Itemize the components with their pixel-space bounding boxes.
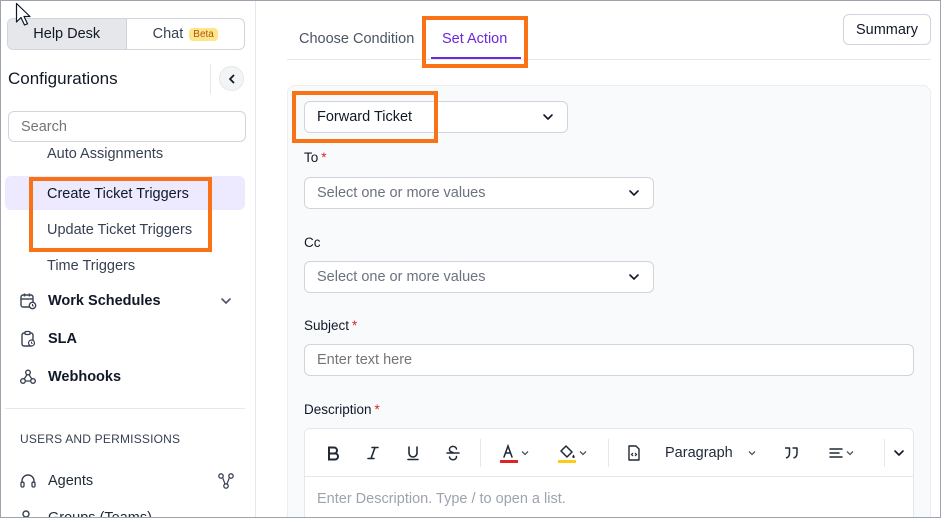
webhook-icon: [20, 369, 36, 384]
sidebar-item-webhooks[interactable]: Webhooks: [19, 368, 121, 386]
description-placeholder: Enter Description. Type / to open a list…: [317, 491, 566, 507]
chevron-down-icon: [629, 274, 639, 280]
tabs-divider: [287, 59, 931, 60]
quote-icon: [785, 447, 798, 459]
chat-tab-label: Chat: [152, 26, 184, 42]
chevron-down-icon: [629, 190, 639, 196]
subject-input[interactable]: [304, 344, 914, 376]
sidebar: Help Desk Chat Beta Configurations Auto …: [1, 1, 256, 518]
page-title: Configurations: [8, 69, 118, 88]
action-type-select[interactable]: Forward Ticket: [304, 101, 568, 133]
users-icon: [22, 510, 30, 517]
strikethrough-button[interactable]: [443, 441, 463, 465]
sidebar-item-label: SLA: [48, 331, 77, 347]
highlight-color-button[interactable]: [551, 441, 593, 465]
product-switcher: Help Desk Chat Beta: [7, 18, 245, 50]
sidebar-divider: [5, 408, 245, 409]
block-type-value: Paragraph: [665, 445, 733, 461]
collapse-sidebar-button[interactable]: [219, 66, 244, 91]
more-tools-button[interactable]: [889, 441, 909, 465]
chevron-down-icon[interactable]: [219, 294, 233, 308]
search-input[interactable]: [8, 111, 246, 142]
italic-button[interactable]: [363, 441, 383, 465]
chevron-down-icon: [894, 450, 904, 456]
sidebar-item-sla[interactable]: SLA: [19, 330, 77, 348]
clipboard-icon: [21, 330, 36, 347]
to-select[interactable]: Select one or more values: [304, 177, 654, 209]
hierarchy-icon[interactable]: [217, 472, 235, 490]
description-editor[interactable]: Paragraph Enter Description. Type / to o…: [304, 428, 914, 517]
underline-icon: [407, 446, 419, 461]
description-label-text: Description: [304, 402, 372, 417]
chevron-down-icon: [748, 451, 756, 456]
cc-select[interactable]: Select one or more values: [304, 261, 654, 293]
sidebar-item-update-ticket-triggers[interactable]: Update Ticket Triggers: [47, 222, 192, 238]
sidebar-item-label: Groups (Teams): [48, 510, 152, 518]
toolbar-separator: [480, 439, 481, 467]
required-marker: *: [321, 150, 327, 165]
action-type-value: Forward Ticket: [317, 109, 413, 125]
description-label: Description *: [304, 402, 380, 417]
sidebar-item-time-triggers[interactable]: Time Triggers: [47, 258, 135, 274]
blockquote-button[interactable]: [780, 441, 802, 465]
section-heading-users: USERS AND PERMISSIONS: [20, 432, 181, 446]
to-label: To *: [304, 150, 327, 165]
mouse-cursor-icon: [15, 2, 31, 26]
to-label-text: To: [304, 150, 319, 165]
text-color-icon: [500, 443, 518, 463]
align-left-icon: [829, 448, 843, 458]
calendar-clock-icon: [20, 293, 37, 310]
file-code-icon: [628, 445, 640, 461]
summary-button[interactable]: Summary: [843, 14, 931, 45]
title-divider: [210, 64, 211, 94]
app-window: Help Desk Chat Beta Configurations Auto …: [0, 0, 941, 518]
chevron-down-icon: [579, 451, 587, 456]
align-button[interactable]: [821, 441, 861, 465]
paint-bucket-icon: [558, 445, 576, 463]
bold-button[interactable]: [323, 441, 343, 465]
bold-icon: [328, 446, 339, 461]
sidebar-item-label: Work Schedules: [48, 293, 161, 309]
italic-icon: [367, 446, 379, 460]
to-placeholder: Select one or more values: [317, 185, 486, 201]
toolbar-separator: [608, 439, 609, 467]
sidebar-item-groups[interactable]: Groups (Teams): [19, 509, 152, 518]
helpdesk-tab-label: Help Desk: [33, 26, 101, 42]
chevron-left-icon: [228, 74, 234, 83]
required-marker: *: [352, 318, 358, 333]
toolbar-separator: [884, 439, 885, 467]
sidebar-nav: Auto Assignments Create Ticket Triggers …: [1, 147, 255, 518]
insert-code-button[interactable]: [623, 441, 645, 465]
subject-label-text: Subject: [304, 318, 350, 333]
underline-button[interactable]: [403, 441, 423, 465]
strikethrough-icon: [446, 445, 460, 461]
headset-icon: [20, 474, 36, 488]
text-color-button[interactable]: [495, 441, 533, 465]
chevron-down-icon: [846, 451, 854, 456]
sidebar-item-agents[interactable]: Agents: [19, 472, 235, 490]
sidebar-item-label: Agents: [48, 473, 94, 489]
sidebar-item-label: Webhooks: [48, 369, 122, 385]
required-marker: *: [374, 402, 380, 417]
cc-label: Cc: [304, 235, 321, 250]
block-type-select[interactable]: Paragraph: [665, 441, 765, 465]
beta-badge: Beta: [189, 27, 218, 41]
tab-choose-condition[interactable]: Choose Condition: [299, 31, 414, 47]
editor-toolbar: Paragraph: [305, 429, 913, 477]
sidebar-item-create-ticket-triggers[interactable]: Create Ticket Triggers: [47, 186, 189, 202]
sidebar-item-work-schedules[interactable]: Work Schedules: [19, 292, 235, 310]
chevron-down-icon: [521, 451, 529, 456]
tab-set-action[interactable]: Set Action: [442, 31, 507, 47]
chat-tab[interactable]: Chat Beta: [127, 19, 245, 49]
chevron-down-icon: [543, 114, 553, 120]
subject-label: Subject *: [304, 318, 357, 333]
sidebar-item-auto-assignments[interactable]: Auto Assignments: [47, 147, 163, 162]
cc-placeholder: Select one or more values: [317, 269, 486, 285]
